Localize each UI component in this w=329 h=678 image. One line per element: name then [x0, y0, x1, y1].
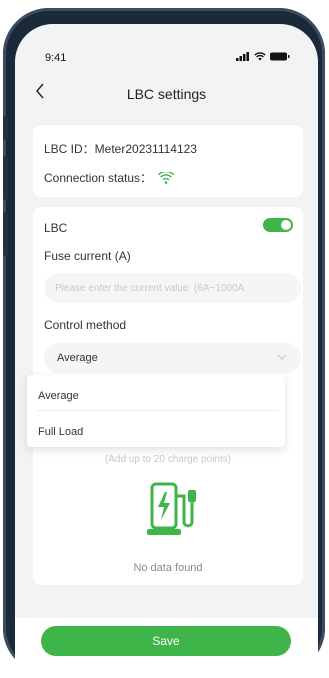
- option-average[interactable]: Average: [38, 390, 79, 402]
- chevron-down-icon: [277, 354, 287, 360]
- wifi-icon: [158, 171, 175, 184]
- fuse-current-field: [44, 273, 301, 303]
- option-full-load[interactable]: Full Load: [38, 426, 83, 438]
- fuse-current-input[interactable]: [44, 273, 301, 303]
- connection-status-label: Connection status：: [44, 171, 153, 185]
- control-method-select[interactable]: Average: [44, 343, 301, 373]
- fuse-current-label: Fuse current (A): [44, 249, 131, 263]
- status-time: 9:41: [45, 52, 67, 64]
- mute-switch: [3, 116, 8, 140]
- status-icons: [236, 52, 290, 61]
- control-method-label: Control method: [44, 318, 127, 332]
- charging-station-icon: [147, 482, 196, 535]
- phone-frame: 9:41 LBC settings LBC ID：Meter2023111412…: [3, 8, 325, 678]
- nav-bar: LBC settings: [15, 76, 318, 112]
- footer-bar: Save: [15, 618, 318, 678]
- wifi-status-icon: [254, 52, 266, 61]
- status-bar: 9:41: [15, 24, 318, 70]
- lbc-label: LBC: [44, 221, 68, 235]
- page-title: LBC settings: [126, 86, 207, 102]
- volume-up-button: [3, 156, 8, 200]
- battery-icon: [270, 52, 290, 61]
- control-method-value: Average: [57, 352, 98, 364]
- dropdown-divider: [37, 410, 279, 411]
- lbc-toggle[interactable]: [263, 218, 293, 232]
- save-button[interactable]: Save: [41, 626, 291, 656]
- connection-status-row: Connection status：: [44, 169, 175, 186]
- info-card: LBC ID：Meter20231114123 Connection statu…: [33, 125, 303, 197]
- cellular-signal-icon: [236, 52, 249, 61]
- lbc-id-text: LBC ID：Meter20231114123: [44, 142, 197, 156]
- toggle-knob: [281, 220, 291, 230]
- empty-state-text: No data found: [133, 562, 203, 574]
- screen: 9:41 LBC settings LBC ID：Meter2023111412…: [15, 24, 318, 678]
- charge-points-hint: (Add up to 20 charge points): [104, 454, 232, 465]
- control-method-dropdown: Average Full Load: [27, 375, 285, 447]
- volume-down-button: [3, 212, 8, 256]
